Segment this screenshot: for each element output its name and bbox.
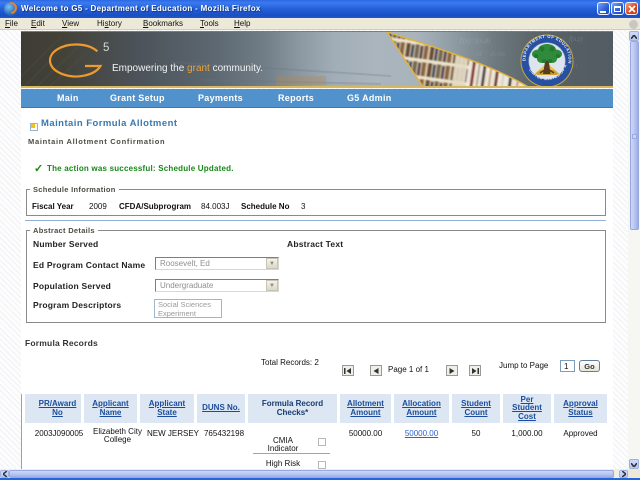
svg-text:5: 5 xyxy=(103,42,109,54)
svg-text:M = dy/dx: M = dy/dx xyxy=(475,50,506,58)
svg-text:T(x)=f(x,θ): T(x)=f(x,θ) xyxy=(459,37,491,45)
